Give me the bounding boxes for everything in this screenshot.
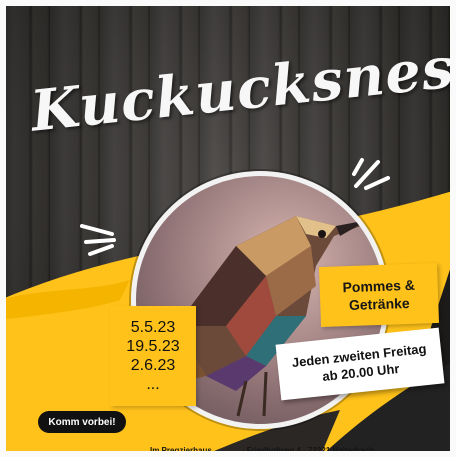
food-line-2: Getränke	[348, 294, 410, 314]
event-date-more: ...	[146, 376, 160, 393]
event-dates-box: 5.5.23 19.5.23 2.6.23 ...	[110, 306, 196, 406]
venue-address: - Friedhofweg 4 - 72221 Haiterbach	[241, 446, 374, 455]
spark-lines-icon-right	[352, 158, 390, 190]
event-date: 5.5.23	[130, 319, 176, 336]
spark-lines-icon-left	[80, 224, 116, 256]
event-poster: Kuckucksnest 5.5.23 19.5.23 2.6.23 ... P…	[0, 0, 456, 457]
footer-address: Im Pregzierhaus - Friedhofweg 4 - 72221 …	[150, 446, 440, 455]
venue-name: Im Pregzierhaus	[150, 446, 212, 455]
event-date: 19.5.23	[126, 338, 180, 355]
food-drinks-box: Pommes & Getränke	[318, 262, 440, 328]
event-date: 2.6.23	[130, 357, 176, 374]
come-by-button[interactable]: Komm vorbei!	[38, 411, 126, 433]
